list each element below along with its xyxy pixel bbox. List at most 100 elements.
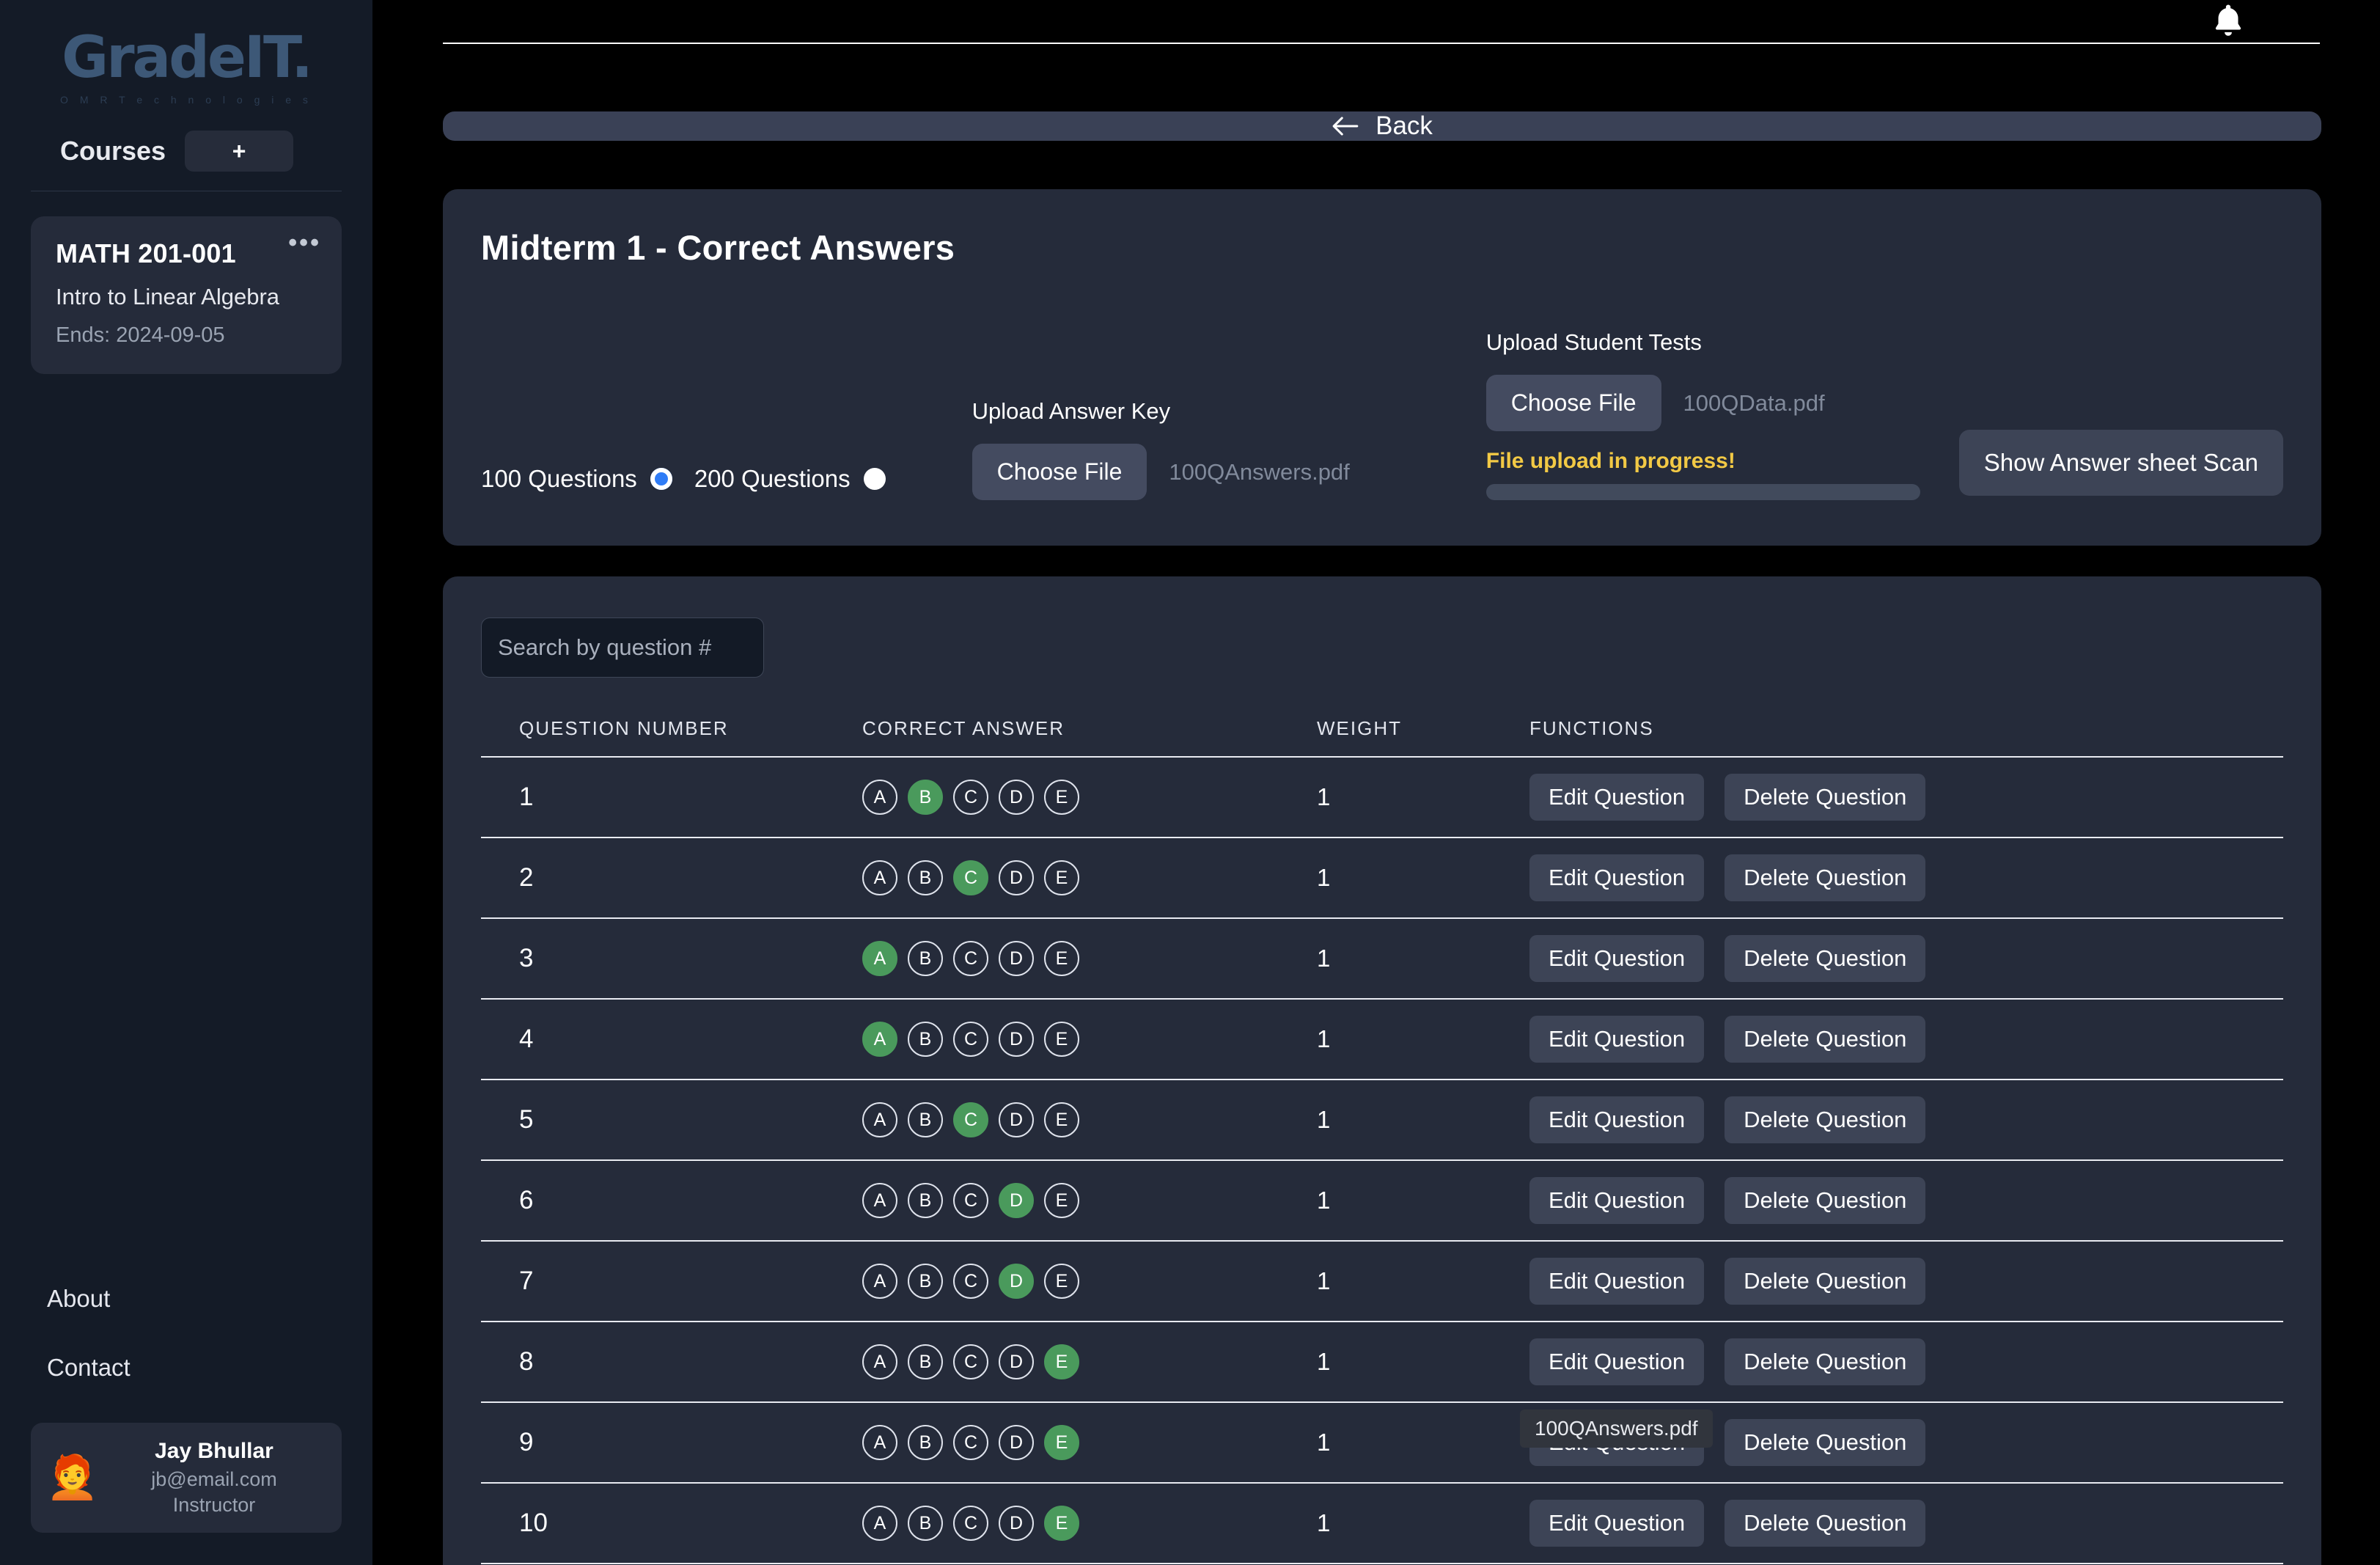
edit-question-button[interactable]: Edit Question [1529, 1338, 1705, 1385]
answer-bubble-b[interactable]: B [908, 1506, 943, 1541]
answer-bubble-e[interactable]: E [1044, 1506, 1079, 1541]
exam-setup-panel: Midterm 1 - Correct Answers 100 Question… [443, 189, 2321, 546]
question-number-value: 6 [519, 1186, 534, 1214]
edit-question-button[interactable]: Edit Question [1529, 1016, 1705, 1063]
delete-question-button[interactable]: Delete Question [1725, 1258, 1926, 1305]
answer-bubble-c[interactable]: C [953, 860, 988, 895]
notifications-button[interactable] [2208, 0, 2248, 43]
answer-bubble-b[interactable]: B [908, 941, 943, 976]
radio-icon-200-questions[interactable] [863, 468, 886, 490]
answer-bubble-a[interactable]: A [862, 1506, 897, 1541]
answer-bubble-c[interactable]: C [953, 1183, 988, 1218]
delete-question-button[interactable]: Delete Question [1725, 1177, 1926, 1224]
radio-option-200-questions[interactable]: 200 Questions [694, 465, 886, 493]
edit-question-button[interactable]: Edit Question [1529, 1419, 1705, 1466]
delete-question-button[interactable]: Delete Question [1725, 935, 1926, 982]
answer-bubble-c[interactable]: C [953, 1506, 988, 1541]
answer-bubble-b[interactable]: B [908, 1183, 943, 1218]
delete-question-button[interactable]: Delete Question [1725, 1096, 1926, 1143]
answer-bubble-e[interactable]: E [1044, 1183, 1079, 1218]
edit-question-button[interactable]: Edit Question [1529, 774, 1705, 821]
edit-question-button[interactable]: Edit Question [1529, 854, 1705, 901]
search-input[interactable] [481, 617, 764, 678]
user-email: jb@email.com [151, 1468, 277, 1490]
answer-bubble-c[interactable]: C [953, 941, 988, 976]
answer-bubble-d[interactable]: D [999, 1183, 1034, 1218]
edit-question-button[interactable]: Edit Question [1529, 1500, 1705, 1547]
answer-bubble-d[interactable]: D [999, 1344, 1034, 1379]
cell-weight: 1 [1317, 918, 1529, 1000]
answer-bubble-c[interactable]: C [953, 1022, 988, 1057]
sidebar-item-about[interactable]: About [0, 1285, 372, 1313]
course-card-math-201-001[interactable]: ••• MATH 201-001 Intro to Linear Algebra… [31, 216, 342, 374]
cell-weight: 1 [1317, 1080, 1529, 1161]
answer-bubble-d[interactable]: D [999, 780, 1034, 815]
delete-question-button[interactable]: Delete Question [1725, 854, 1926, 901]
user-profile-card[interactable]: 🧑‍🦰 Jay Bhullar jb@email.com Instructor [31, 1423, 342, 1533]
back-button-label: Back [1376, 111, 1433, 140]
answer-bubble-e[interactable]: E [1044, 1102, 1079, 1137]
answer-bubble-e[interactable]: E [1044, 780, 1079, 815]
course-options-icon[interactable]: ••• [288, 230, 321, 256]
answer-bubble-d[interactable]: D [999, 860, 1034, 895]
answer-bubble-d[interactable]: D [999, 1102, 1034, 1137]
delete-question-button[interactable]: Delete Question [1725, 1338, 1926, 1385]
user-meta: Jay Bhullar jb@email.com Instructor [109, 1439, 320, 1517]
edit-question-button[interactable]: Edit Question [1529, 1096, 1705, 1143]
answer-bubble-c[interactable]: C [953, 1264, 988, 1299]
answer-bubble-e[interactable]: E [1044, 1264, 1079, 1299]
answer-bubble-c[interactable]: C [953, 780, 988, 815]
answer-bubble-d[interactable]: D [999, 1506, 1034, 1541]
answer-bubble-a[interactable]: A [862, 941, 897, 976]
choose-answer-key-file-button[interactable]: Choose File [972, 444, 1147, 500]
answer-bubble-group: ABCDE [862, 1425, 1317, 1460]
cell-functions: Edit Question Delete Question [1529, 1402, 2283, 1484]
answer-bubble-b[interactable]: B [908, 1425, 943, 1460]
answer-bubble-a[interactable]: A [862, 1344, 897, 1379]
answer-bubble-d[interactable]: D [999, 941, 1034, 976]
edit-question-button[interactable]: Edit Question [1529, 935, 1705, 982]
sidebar-item-contact[interactable]: Contact [0, 1354, 372, 1382]
delete-question-button[interactable]: Delete Question [1725, 1419, 1926, 1466]
answer-bubble-a[interactable]: A [862, 860, 897, 895]
answer-bubble-e[interactable]: E [1044, 1425, 1079, 1460]
answer-bubble-b[interactable]: B [908, 1264, 943, 1299]
answer-bubble-c[interactable]: C [953, 1102, 988, 1137]
answer-bubble-a[interactable]: A [862, 1264, 897, 1299]
back-button[interactable]: Back [443, 111, 2321, 141]
answer-bubble-a[interactable]: A [862, 1183, 897, 1218]
answer-bubble-b[interactable]: B [908, 780, 943, 815]
answer-bubble-b[interactable]: B [908, 1344, 943, 1379]
answer-bubble-group: ABCDE [862, 1264, 1317, 1299]
answer-bubble-c[interactable]: C [953, 1344, 988, 1379]
answer-bubble-e[interactable]: E [1044, 941, 1079, 976]
answer-bubble-b[interactable]: B [908, 860, 943, 895]
radio-option-100-questions[interactable]: 100 Questions [481, 465, 672, 493]
answer-bubble-b[interactable]: B [908, 1102, 943, 1137]
edit-question-button[interactable]: Edit Question [1529, 1258, 1705, 1305]
question-number-value: 5 [519, 1105, 534, 1134]
add-course-button[interactable]: + [185, 131, 294, 172]
answer-bubble-d[interactable]: D [999, 1264, 1034, 1299]
delete-question-button[interactable]: Delete Question [1725, 774, 1926, 821]
cell-weight: 1 [1317, 1241, 1529, 1322]
choose-student-tests-file-button[interactable]: Choose File [1485, 375, 1661, 431]
answer-bubble-b[interactable]: B [908, 1022, 943, 1057]
weight-value: 1 [1317, 1429, 1331, 1456]
answer-bubble-a[interactable]: A [862, 1102, 897, 1137]
answer-bubble-d[interactable]: D [999, 1425, 1034, 1460]
answer-bubble-e[interactable]: E [1044, 1022, 1079, 1057]
answer-bubble-a[interactable]: A [862, 1425, 897, 1460]
answer-bubble-c[interactable]: C [953, 1425, 988, 1460]
answer-bubble-e[interactable]: E [1044, 1344, 1079, 1379]
edit-question-button[interactable]: Edit Question [1529, 1177, 1705, 1224]
answer-bubble-a[interactable]: A [862, 1022, 897, 1057]
answer-bubble-d[interactable]: D [999, 1022, 1034, 1057]
delete-question-button[interactable]: Delete Question [1725, 1500, 1926, 1547]
show-answer-sheet-scan-button[interactable]: Show Answer sheet Scan [1958, 430, 2283, 496]
radio-icon-100-questions[interactable] [650, 468, 672, 490]
answer-bubble-e[interactable]: E [1044, 860, 1079, 895]
answer-bubble-a[interactable]: A [862, 780, 897, 815]
answer-bubble-group: ABCDE [862, 780, 1317, 815]
delete-question-button[interactable]: Delete Question [1725, 1016, 1926, 1063]
